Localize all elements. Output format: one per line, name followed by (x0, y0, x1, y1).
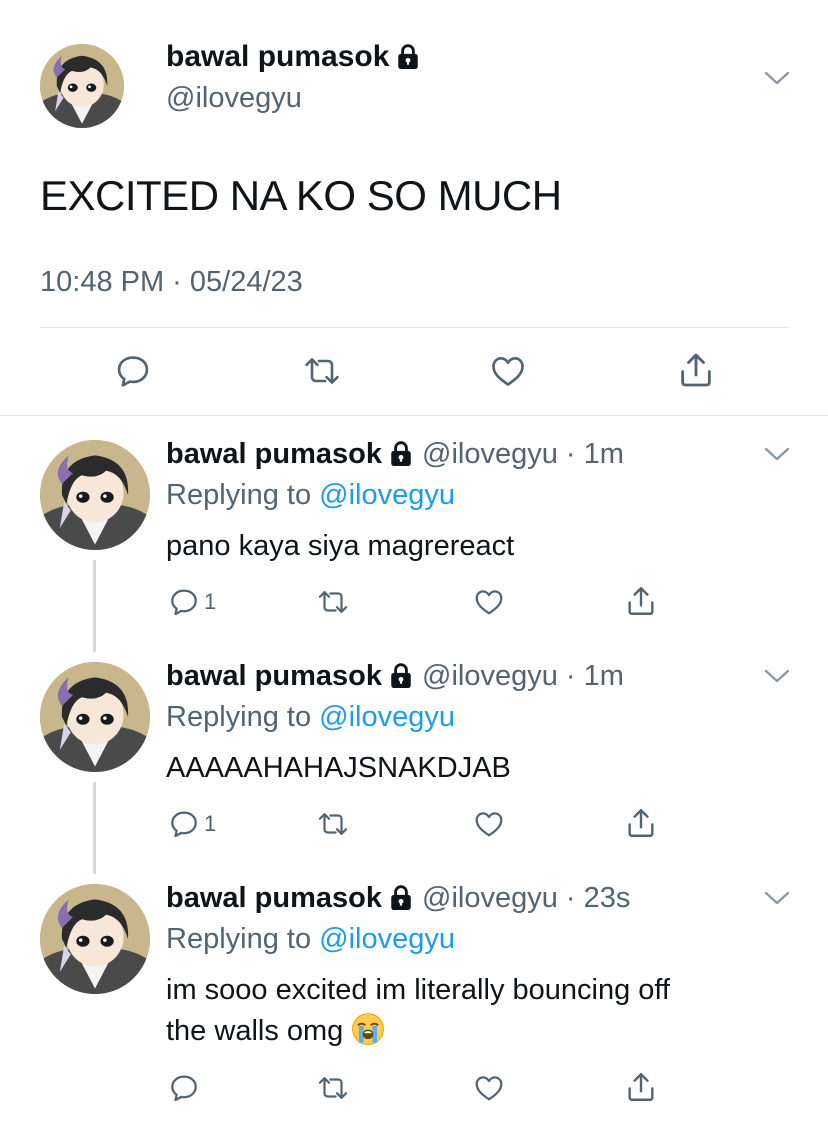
main-tweet-author-name[interactable]: bawal pumasok (166, 40, 421, 77)
reply-button[interactable] (168, 1072, 204, 1104)
like-button[interactable] (472, 1072, 506, 1104)
share-button[interactable] (624, 806, 658, 840)
main-tweet-timestamp[interactable]: 10:48 PM · 05/24/23 (40, 266, 303, 299)
lock-icon (388, 440, 414, 474)
reply-icon (168, 586, 200, 618)
replying-to: Replying to @ilovegyu (166, 923, 455, 956)
heart-icon (472, 808, 506, 840)
reply-avatar[interactable] (40, 440, 150, 550)
replying-to: Replying to @ilovegyu (166, 701, 455, 734)
thread-line (93, 782, 96, 874)
main-tweet-avatar[interactable] (40, 44, 124, 128)
reply-avatar[interactable] (40, 662, 150, 772)
lock-icon (388, 884, 414, 918)
reply-header: bawal pumasok @ilovegyu · 1m (166, 438, 624, 474)
retweet-button[interactable] (316, 586, 350, 618)
like-button[interactable] (472, 586, 506, 618)
replying-to: Replying to @ilovegyu (166, 479, 455, 512)
reply-icon (114, 352, 152, 390)
heart-icon (488, 352, 528, 390)
retweet-icon (316, 808, 350, 840)
chevron-down-icon[interactable] (764, 890, 790, 906)
author-name-text: bawal pumasok (166, 40, 390, 73)
retweet-icon (302, 352, 342, 390)
retweet-button[interactable] (316, 808, 350, 840)
retweet-button[interactable] (316, 1072, 350, 1104)
reply-avatar[interactable] (40, 884, 150, 994)
like-button[interactable] (488, 352, 528, 390)
share-icon (624, 584, 658, 618)
replying-to-label: Replying to (166, 923, 320, 955)
reply-icon (168, 808, 200, 840)
reply-text-line: the walls omg (166, 1015, 344, 1047)
main-tweet-text: EXCITED NA KO SO MUCH (40, 172, 562, 219)
thread-line (93, 560, 96, 652)
replying-to-mention[interactable]: @ilovegyu (319, 701, 455, 733)
reply-text-line-2: the walls omg (166, 1011, 670, 1058)
reply-handle-time: @ilovegyu · 23s (422, 882, 631, 914)
share-button[interactable] (624, 1070, 658, 1104)
main-tweet-handle[interactable]: @ilovegyu (166, 82, 302, 115)
reply-header: bawal pumasok @ilovegyu · 23s (166, 882, 630, 918)
retweet-button[interactable] (302, 352, 342, 390)
reply-count: 1 (204, 589, 217, 614)
chevron-down-icon[interactable] (764, 668, 790, 684)
replying-to-label: Replying to (166, 479, 320, 511)
reply-button[interactable] (114, 352, 152, 390)
lock-icon (395, 43, 421, 77)
section-divider (0, 415, 828, 416)
reply-icon (168, 1072, 200, 1104)
share-icon (624, 1070, 658, 1104)
reply-text-line: pano kaya siya magrereact (166, 530, 515, 562)
replying-to-mention[interactable]: @ilovegyu (319, 479, 455, 511)
reply-author-name[interactable]: bawal pumasok (166, 438, 382, 470)
share-icon (624, 806, 658, 840)
reply-author-name[interactable]: bawal pumasok (166, 660, 382, 692)
loudly-crying-face-emoji (351, 1012, 385, 1058)
replying-to-mention[interactable]: @ilovegyu (319, 923, 455, 955)
reply-text-line: AAAAAHAHAJSNAKDJAB (166, 752, 511, 784)
share-button[interactable] (676, 350, 716, 390)
chevron-down-icon[interactable] (764, 70, 790, 86)
lock-icon (388, 662, 414, 696)
chevron-down-icon[interactable] (764, 446, 790, 462)
retweet-icon (316, 1072, 350, 1104)
reply-handle-time: @ilovegyu · 1m (422, 438, 624, 470)
replying-to-label: Replying to (166, 701, 320, 733)
retweet-icon (316, 586, 350, 618)
reply-text: pano kaya siya magrereact (166, 526, 514, 567)
reply-button[interactable]: 1 (168, 586, 216, 618)
share-icon (676, 350, 716, 390)
reply-header: bawal pumasok @ilovegyu · 1m (166, 660, 624, 696)
reply-handle-time: @ilovegyu · 1m (422, 660, 624, 692)
share-button[interactable] (624, 584, 658, 618)
reply-count: 1 (204, 811, 217, 836)
reply-button[interactable]: 1 (168, 808, 216, 840)
divider (40, 327, 788, 328)
reply-text: im sooo excited im literally bouncing of… (166, 970, 670, 1058)
heart-icon (472, 586, 506, 618)
reply-text: AAAAAHAHAJSNAKDJAB (166, 748, 511, 789)
reply-text-line: im sooo excited im literally bouncing of… (166, 974, 670, 1006)
reply-author-name[interactable]: bawal pumasok (166, 882, 382, 914)
like-button[interactable] (472, 808, 506, 840)
heart-icon (472, 1072, 506, 1104)
